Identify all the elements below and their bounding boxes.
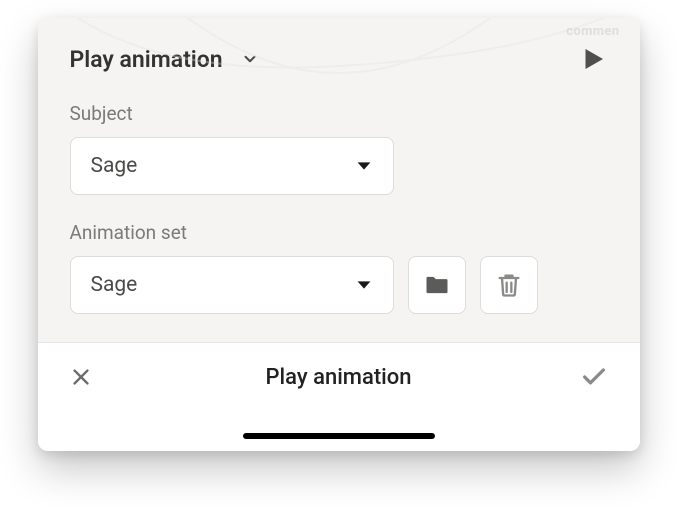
panel-footer: Play animation: [38, 342, 640, 419]
panel-upper: Play animation Subject Sage Animation se…: [38, 18, 640, 342]
folder-button[interactable]: [408, 256, 466, 314]
chevron-down-icon: [353, 155, 375, 177]
subject-select[interactable]: Sage: [70, 137, 394, 195]
play-icon[interactable]: [578, 44, 608, 74]
home-indicator[interactable]: [243, 433, 435, 439]
check-icon[interactable]: [580, 363, 608, 391]
comment-hint: commen: [566, 24, 619, 39]
animation-set-value: Sage: [91, 273, 138, 297]
chevron-down-icon: [241, 50, 259, 68]
footer-title: Play animation: [266, 365, 412, 390]
chevron-down-icon: [353, 274, 375, 296]
panel-header: Play animation: [70, 44, 608, 74]
subject-value: Sage: [91, 154, 138, 178]
delete-button[interactable]: [480, 256, 538, 314]
folder-icon: [423, 271, 451, 299]
animation-panel: commen Play animation Subject Sage Anima: [38, 18, 640, 451]
animation-set-label: Animation set: [70, 221, 608, 244]
header-title-group[interactable]: Play animation: [70, 46, 259, 73]
animation-set-row: Sage: [70, 256, 608, 314]
animation-set-select[interactable]: Sage: [70, 256, 394, 314]
close-icon[interactable]: [70, 366, 92, 388]
subject-label: Subject: [70, 102, 608, 125]
trash-icon: [495, 271, 523, 299]
home-indicator-area: [38, 419, 640, 451]
panel-title: Play animation: [70, 46, 223, 73]
subject-row: Sage: [70, 137, 608, 195]
